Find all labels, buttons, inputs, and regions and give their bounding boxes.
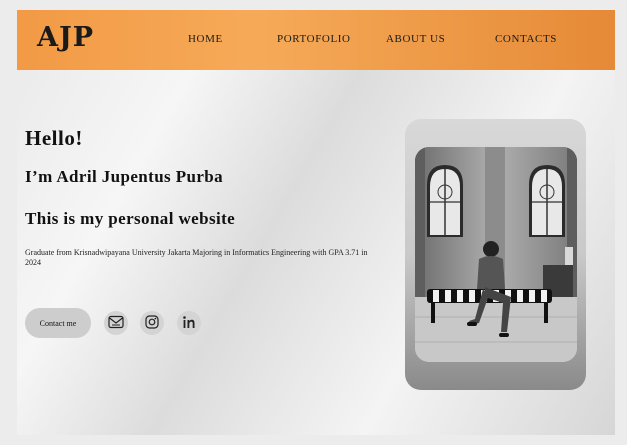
- page: AJP HOME PORTOFOLIO ABOUT US CONTACTS He…: [17, 10, 615, 435]
- nav-contacts[interactable]: CONTACTS: [495, 33, 557, 45]
- mail-button[interactable]: [104, 311, 128, 335]
- contact-me-button[interactable]: Contact me: [25, 308, 91, 338]
- linkedin-icon: [182, 314, 196, 333]
- instagram-icon: [145, 314, 159, 333]
- linkedin-button[interactable]: [177, 311, 201, 335]
- site-logo[interactable]: AJP: [37, 22, 94, 53]
- nav-home[interactable]: HOME: [188, 33, 223, 45]
- hero-greeting: Hello!: [25, 126, 83, 150]
- hero-description: Graduate from Krisnadwipayana University…: [25, 248, 368, 267]
- nav-about-us[interactable]: ABOUT US: [386, 33, 445, 45]
- profile-photo: [415, 147, 577, 362]
- nav-portofolio[interactable]: PORTOFOLIO: [277, 33, 351, 45]
- navbar: AJP HOME PORTOFOLIO ABOUT US CONTACTS: [17, 10, 615, 70]
- profile-photo-frame: [405, 119, 586, 390]
- instagram-button[interactable]: [140, 311, 164, 335]
- mail-icon: [108, 314, 124, 333]
- hero-tagline: This is my personal website: [25, 209, 236, 228]
- hero-name: I’m Adril Jupentus Purba: [25, 167, 224, 186]
